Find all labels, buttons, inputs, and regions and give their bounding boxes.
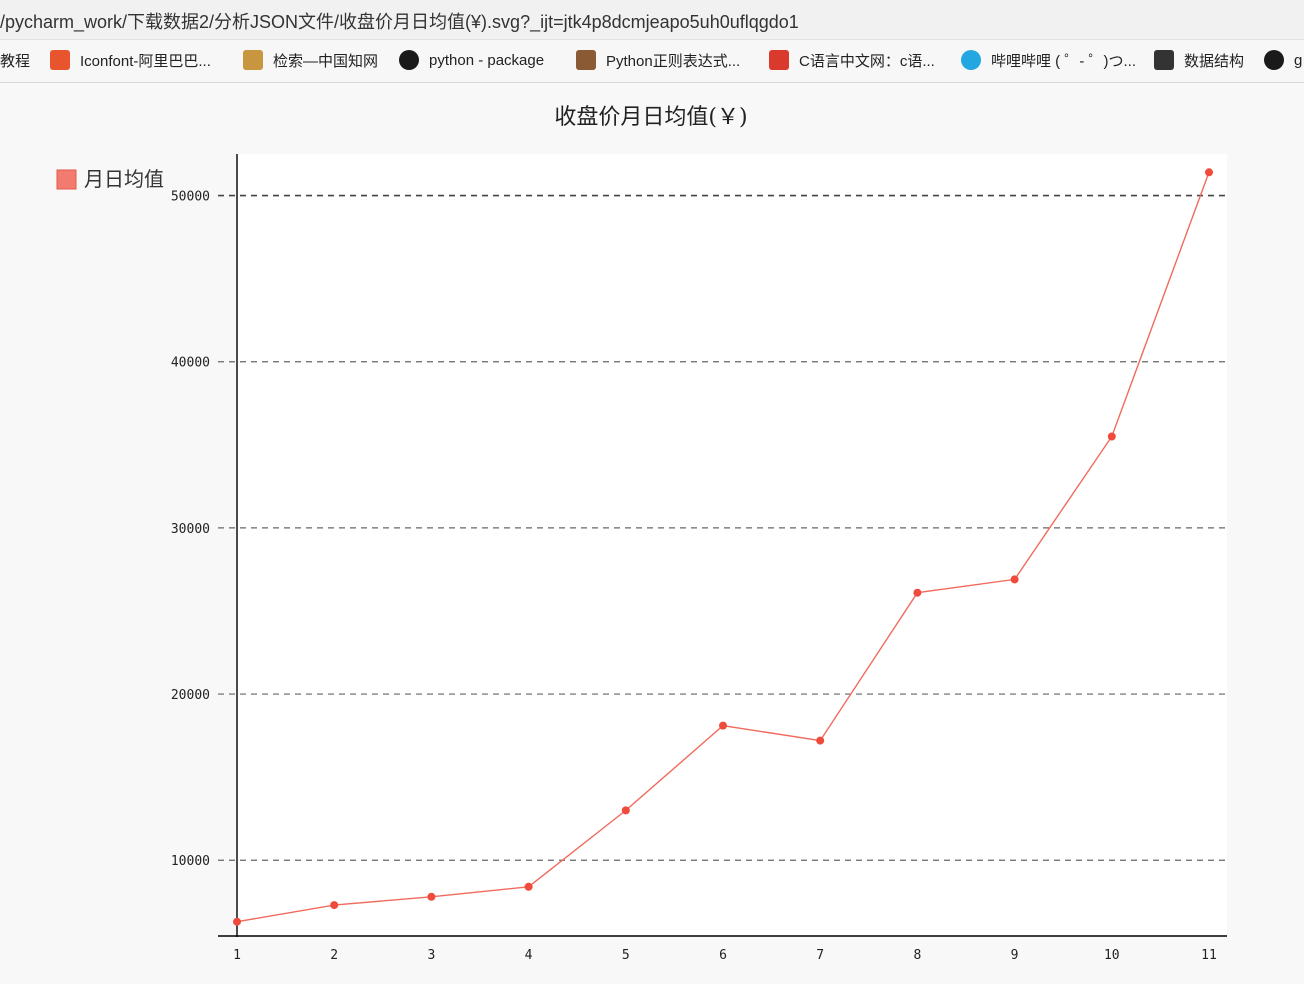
bookmark-label: Iconfont-阿里巴巴... bbox=[80, 52, 211, 70]
x-tick-label: 10 bbox=[1104, 948, 1120, 963]
legend-label[interactable]: 月日均值 bbox=[84, 167, 164, 191]
y-tick-label: 50000 bbox=[171, 190, 210, 205]
data-point bbox=[330, 901, 339, 910]
data-point bbox=[913, 588, 922, 597]
data-structure-icon bbox=[1154, 50, 1174, 70]
bookmarks-bar: 教程 Iconfont-阿里巴巴... 检索—中国知网 python - packag… bbox=[0, 40, 1304, 83]
bookmark-item[interactable]: python - package bbox=[399, 48, 544, 72]
bookmark-label: 检索—中国知网 bbox=[273, 52, 379, 70]
bookmark-item[interactable]: 哔哩哔哩 ( ゜- ゜)つ... bbox=[961, 48, 1136, 72]
x-tick-label: 2 bbox=[330, 948, 338, 963]
x-tick-label: 6 bbox=[719, 948, 727, 963]
iconfont-icon bbox=[50, 50, 70, 70]
y-tick-label: 40000 bbox=[171, 356, 210, 371]
x-tick-label: 9 bbox=[1011, 948, 1019, 963]
y-tick-label: 10000 bbox=[171, 854, 210, 869]
data-point bbox=[427, 892, 436, 901]
line-chart: 10000 20000 30000 40000 50000 1 2 3 4 5 6 7 8 9 10 11 收… bbox=[0, 84, 1304, 980]
bookmark-item[interactable]: Python正则表达式... bbox=[576, 48, 740, 72]
data-point bbox=[1205, 168, 1213, 177]
bookmark-label: C语言中文网：c语... bbox=[799, 52, 935, 70]
data-point bbox=[719, 721, 727, 730]
bookmark-label: 哔哩哔哩 ( ゜- ゜)つ... bbox=[991, 52, 1136, 70]
address-bar[interactable]: /pycharm_work/下载数据2/分析JSON文件/收盘价月日均值(¥).… bbox=[0, 0, 1304, 40]
bookmark-label: g bbox=[1294, 51, 1303, 69]
data-point bbox=[816, 736, 825, 745]
x-tick-label: 3 bbox=[427, 948, 435, 963]
bookmark-label: 数据结构 bbox=[1184, 52, 1245, 70]
bookmark-item[interactable]: g bbox=[1264, 48, 1302, 72]
bookmark-item[interactable]: 数据结构 bbox=[1154, 48, 1244, 72]
bookmark-item[interactable]: C语言中文网：c语... bbox=[769, 48, 935, 72]
data-point bbox=[524, 882, 533, 891]
github-icon bbox=[1264, 50, 1284, 70]
x-tick-label: 5 bbox=[622, 948, 630, 963]
data-point bbox=[233, 917, 241, 926]
x-tick-label: 7 bbox=[816, 948, 824, 963]
c-biancheng-icon bbox=[769, 50, 789, 70]
y-tick-label: 30000 bbox=[171, 522, 210, 537]
bookmark-label: python - package bbox=[429, 51, 545, 69]
data-point bbox=[1107, 432, 1116, 441]
data-point bbox=[621, 806, 630, 815]
bookmark-label: Python正则表达式... bbox=[606, 52, 741, 70]
runoob-icon bbox=[576, 50, 596, 70]
x-tick-label: 8 bbox=[913, 948, 921, 963]
cnki-icon bbox=[243, 50, 263, 70]
x-tick-label: 11 bbox=[1201, 948, 1217, 963]
x-tick-label: 4 bbox=[525, 948, 533, 963]
bookmark-item[interactable]: Iconfont-阿里巴巴... bbox=[50, 48, 211, 72]
bookmark-item[interactable]: 检索—中国知网 bbox=[243, 48, 378, 72]
chart-page: 10000 20000 30000 40000 50000 1 2 3 4 5 6 7 8 9 10 11 收… bbox=[0, 84, 1304, 980]
python-package-icon bbox=[399, 50, 419, 70]
bookmark-item[interactable]: 教程 bbox=[0, 48, 30, 72]
legend-swatch[interactable] bbox=[56, 169, 77, 190]
chart-title: 收盘价月日均值(￥) bbox=[554, 105, 747, 130]
x-tick-label: 1 bbox=[233, 948, 241, 963]
y-tick-label: 20000 bbox=[171, 688, 210, 703]
url-text[interactable]: /pycharm_work/下载数据2/分析JSON文件/收盘价月日均值(¥).… bbox=[0, 8, 799, 34]
plot-area bbox=[237, 154, 1227, 935]
bilibili-icon bbox=[961, 50, 981, 70]
bookmark-label: 教程 bbox=[0, 52, 31, 70]
data-point bbox=[1010, 575, 1019, 584]
